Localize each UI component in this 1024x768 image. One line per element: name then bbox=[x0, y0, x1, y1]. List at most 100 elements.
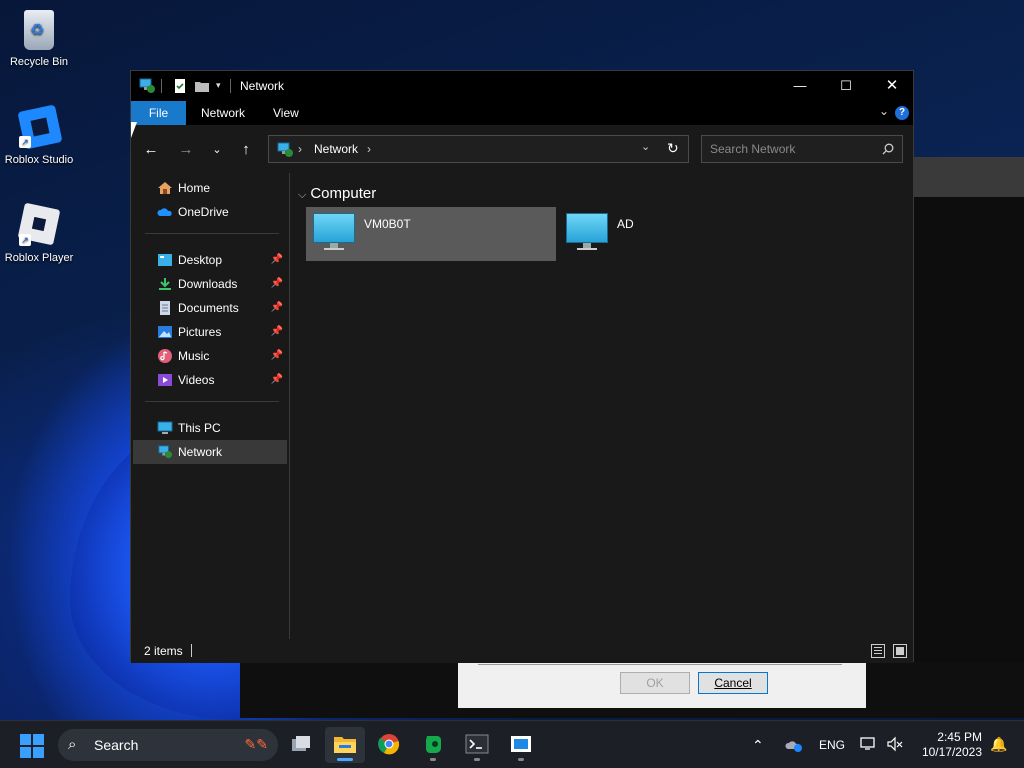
desktop-icon-label: Roblox Studio bbox=[4, 154, 74, 166]
tab-view[interactable]: View bbox=[259, 101, 313, 125]
up-button[interactable]: ↑ bbox=[235, 139, 257, 161]
recent-locations-button[interactable]: ⌄ bbox=[206, 139, 228, 161]
sidebar-item-music[interactable]: Music 📌 bbox=[133, 344, 287, 368]
onedrive-sync-icon[interactable] bbox=[785, 737, 803, 753]
desktop-icon-recycle-bin[interactable]: Recycle Bin bbox=[0, 10, 78, 68]
sidebar-item-videos[interactable]: Videos 📌 bbox=[133, 368, 287, 392]
pictures-icon bbox=[158, 326, 172, 338]
computer-name: VM0B0T bbox=[364, 217, 411, 231]
expand-ribbon-icon[interactable]: ⌄ bbox=[879, 104, 889, 118]
properties-icon[interactable] bbox=[173, 78, 187, 94]
file-list: ⌵ Computer VM0B0T AD bbox=[290, 173, 913, 639]
sidebar-item-label: This PC bbox=[178, 421, 221, 435]
show-hidden-icons-button[interactable]: ⌃ bbox=[752, 721, 764, 768]
address-history-chevron-icon[interactable]: ⌄ bbox=[641, 140, 650, 153]
task-view-icon bbox=[292, 736, 310, 751]
taskbar-evernote[interactable] bbox=[413, 727, 453, 763]
volume-muted-icon[interactable] bbox=[886, 736, 904, 752]
window-titlebar[interactable]: ▾ Network — ☐ ✕ bbox=[131, 71, 913, 101]
taskbar-search[interactable]: ⌕ Search ✎✎ bbox=[58, 729, 278, 761]
taskbar-search-label: Search bbox=[94, 737, 139, 753]
sidebar-item-this-pc[interactable]: This PC bbox=[133, 416, 287, 440]
clock-time: 2:45 PM bbox=[937, 730, 982, 744]
sidebar-item-network[interactable]: Network bbox=[133, 440, 287, 464]
computer-icon bbox=[566, 213, 608, 243]
pin-icon: 📌 bbox=[270, 302, 283, 313]
file-explorer-window: ▾ Network — ☐ ✕ File Network View ⌄ ? ← … bbox=[130, 70, 914, 663]
group-header-computer[interactable]: ⌵ Computer bbox=[298, 185, 376, 202]
search-box[interactable] bbox=[701, 135, 903, 163]
cancel-button[interactable]: Cancel bbox=[698, 672, 768, 694]
network-status-icon[interactable] bbox=[860, 736, 878, 752]
sidebar-item-label: Home bbox=[178, 181, 211, 195]
sidebar-item-label: Desktop bbox=[178, 253, 223, 267]
sidebar-item-desktop[interactable]: Desktop 📌 bbox=[133, 248, 287, 272]
taskbar-terminal[interactable] bbox=[457, 727, 497, 763]
file-explorer-icon bbox=[334, 737, 356, 753]
taskbar: ⌕ Search ✎✎ ⌃ ENG 2:45 PM 10/17/2023 🔔 bbox=[0, 720, 1024, 768]
collapse-chevron-icon: ⌵ bbox=[298, 189, 307, 201]
desktop-icon bbox=[158, 254, 172, 266]
item-count: 2 items bbox=[144, 644, 183, 658]
ok-button[interactable]: OK bbox=[620, 672, 690, 694]
task-view-button[interactable] bbox=[281, 727, 321, 763]
computer-item-vm0b0t[interactable]: VM0B0T bbox=[306, 207, 556, 261]
search-input[interactable] bbox=[710, 141, 876, 157]
computer-name: AD bbox=[617, 217, 634, 231]
close-button[interactable]: ✕ bbox=[869, 71, 915, 101]
sidebar-item-downloads[interactable]: Downloads 📌 bbox=[133, 272, 287, 296]
pin-icon: 📌 bbox=[270, 350, 283, 361]
help-icon[interactable]: ? bbox=[895, 106, 909, 120]
sidebar-item-onedrive[interactable]: OneDrive bbox=[133, 200, 287, 224]
breadcrumb-network[interactable]: Network bbox=[314, 142, 358, 156]
computer-item-ad[interactable]: AD bbox=[559, 207, 809, 261]
sidebar-item-documents[interactable]: Documents 📌 bbox=[133, 296, 287, 320]
sidebar-item-label: Downloads bbox=[178, 277, 238, 291]
network-icon bbox=[139, 78, 155, 93]
breadcrumb-separator-icon[interactable]: › bbox=[298, 142, 302, 156]
desktop-icon-roblox-studio[interactable]: ↗ Roblox Studio bbox=[0, 104, 78, 166]
start-button[interactable] bbox=[20, 734, 44, 758]
sidebar-item-label: Music bbox=[178, 349, 210, 363]
background-dialog-button-panel: OK Cancel bbox=[458, 662, 866, 708]
videos-icon bbox=[158, 374, 172, 386]
sidebar-item-label: Pictures bbox=[178, 325, 222, 339]
search-highlight-icon: ✎✎ bbox=[244, 736, 268, 752]
sidebar-item-home[interactable]: Home bbox=[133, 176, 287, 200]
minimize-button[interactable]: — bbox=[777, 71, 823, 101]
tab-network[interactable]: Network bbox=[187, 101, 259, 125]
language-indicator[interactable]: ENG bbox=[819, 721, 845, 768]
desktop-icon-roblox-player[interactable]: ↗ Roblox Player bbox=[0, 202, 78, 264]
shortcut-arrow-icon: ↗ bbox=[19, 136, 31, 148]
notification-bell-icon[interactable]: 🔔 bbox=[990, 737, 1007, 751]
address-bar[interactable]: › Network › ⌄ ↻ bbox=[268, 135, 689, 163]
system-clock[interactable]: 2:45 PM 10/17/2023 bbox=[922, 730, 982, 760]
download-icon bbox=[159, 278, 171, 290]
shortcut-arrow-icon: ↗ bbox=[19, 234, 31, 246]
computer-icon bbox=[313, 213, 355, 243]
terminal-icon bbox=[465, 734, 489, 754]
taskbar-media-app[interactable] bbox=[501, 727, 541, 763]
background-dialog-titlebar bbox=[914, 157, 1024, 197]
desktop-icon-label: Recycle Bin bbox=[9, 56, 69, 68]
recycle-bin-icon bbox=[24, 10, 54, 50]
sidebar-item-pictures[interactable]: Pictures 📌 bbox=[133, 320, 287, 344]
status-bar: 2 items bbox=[131, 639, 913, 663]
details-view-icon[interactable] bbox=[871, 644, 885, 658]
taskbar-file-explorer[interactable] bbox=[325, 727, 365, 763]
maximize-button[interactable]: ☐ bbox=[823, 71, 869, 101]
forward-button[interactable]: → bbox=[175, 139, 197, 161]
back-button[interactable]: ← bbox=[140, 139, 162, 161]
chrome-icon bbox=[378, 734, 400, 755]
taskbar-chrome[interactable] bbox=[369, 727, 409, 763]
navigation-bar: ← → ⌄ ↑ › Network › ⌄ ↻ bbox=[131, 125, 913, 173]
roblox-studio-icon: ↗ bbox=[17, 104, 63, 150]
refresh-icon[interactable]: ↻ bbox=[667, 140, 679, 157]
search-icon bbox=[882, 143, 894, 155]
large-icons-view-icon[interactable] bbox=[893, 644, 907, 658]
breadcrumb-separator-icon[interactable]: › bbox=[367, 142, 371, 156]
ribbon: File Network View ⌄ ? bbox=[131, 101, 913, 125]
customize-quick-access-icon[interactable]: ▾ bbox=[216, 80, 221, 96]
new-folder-icon[interactable] bbox=[194, 78, 210, 94]
music-icon bbox=[158, 349, 172, 363]
